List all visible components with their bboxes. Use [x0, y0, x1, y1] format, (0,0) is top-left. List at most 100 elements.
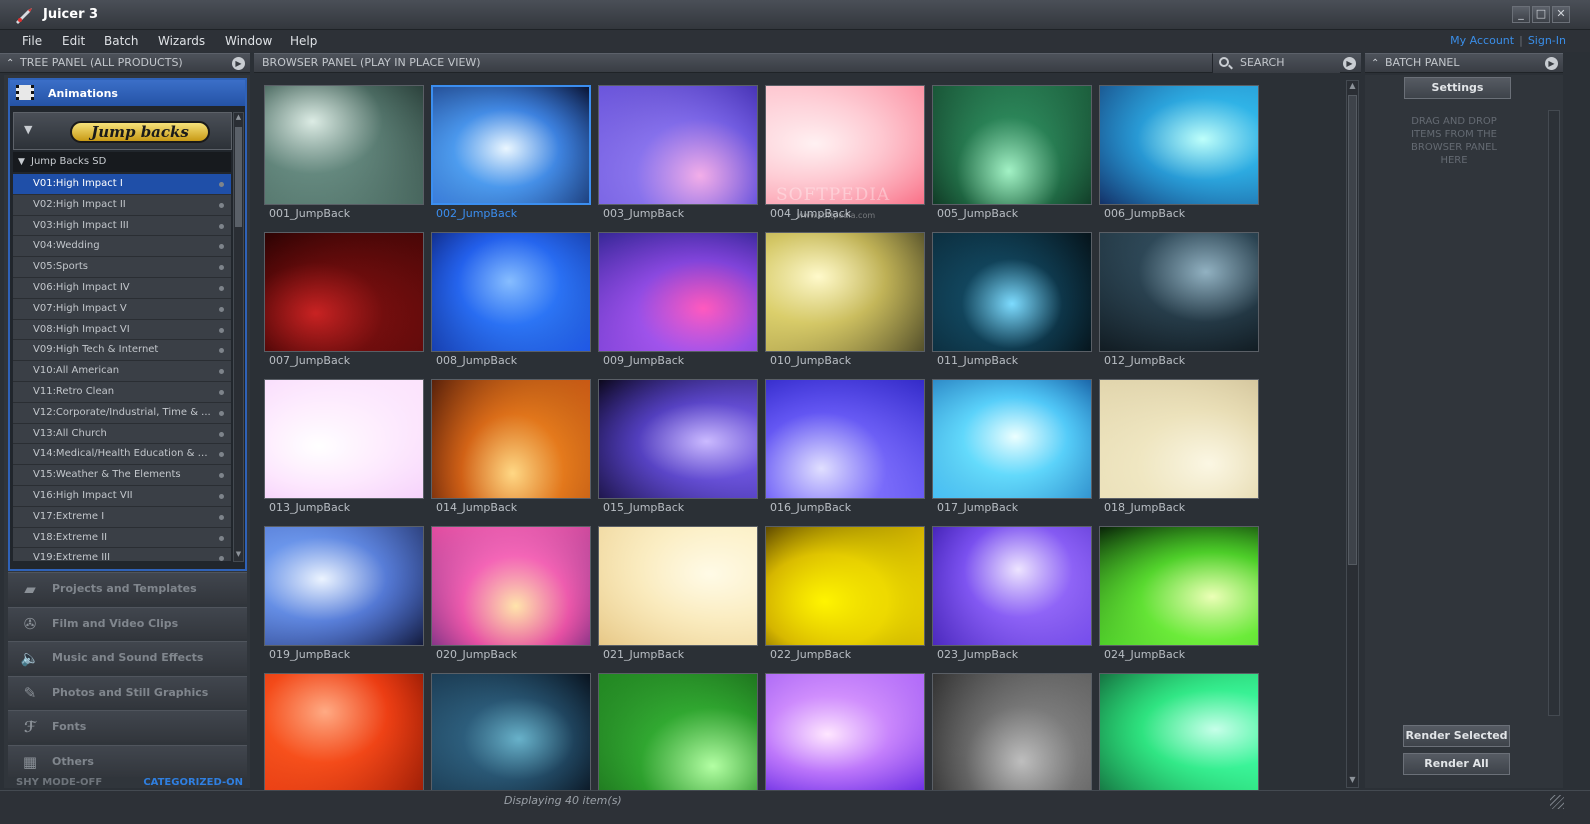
tree-item[interactable]: V17:Extreme I	[13, 506, 231, 528]
thumbnail-item[interactable]: 012_JumpBack	[1099, 232, 1259, 379]
tree-item[interactable]: V14:Medical/Health Education & S...	[13, 444, 231, 466]
close-button[interactable]: ✕	[1552, 6, 1570, 23]
thumbnail-item[interactable]: 003_JumpBack	[598, 85, 758, 232]
thumbnail-image[interactable]	[264, 85, 424, 205]
my-account-link[interactable]: My Account	[1450, 34, 1514, 47]
menu-file[interactable]: File	[22, 34, 42, 48]
thumbnail-image[interactable]	[932, 232, 1092, 352]
resize-grip-icon[interactable]	[1550, 795, 1564, 809]
thumbnail-item[interactable]: 021_JumpBack	[598, 526, 758, 673]
thumbnail-item[interactable]: 024_JumpBack	[1099, 526, 1259, 673]
thumbnail-item[interactable]: 020_JumpBack	[431, 526, 591, 673]
batch-scrollbar[interactable]	[1548, 110, 1560, 716]
scroll-thumb[interactable]	[1348, 95, 1357, 565]
tree-root-node[interactable]: ▼ Jump Backs SD	[13, 152, 231, 172]
thumbnail-image[interactable]	[264, 673, 424, 793]
tree-item[interactable]: V05:Sports	[13, 257, 231, 278]
scroll-thumb[interactable]	[235, 127, 242, 227]
tree-item[interactable]: V06:High Impact IV	[13, 277, 231, 299]
thumbnail-item[interactable]: 002_JumpBack	[431, 85, 591, 232]
thumbnail-item[interactable]: 010_JumpBack	[765, 232, 925, 379]
thumbnail-image[interactable]	[932, 379, 1092, 499]
thumbnail-image[interactable]	[598, 526, 758, 646]
category-others[interactable]: ▦ Others	[8, 745, 247, 777]
category-photos-and-still-graphics[interactable]: ✎ Photos and Still Graphics	[8, 676, 247, 708]
thumbnail-image[interactable]	[765, 673, 925, 793]
thumbnail-item[interactable]: 013_JumpBack	[264, 379, 424, 526]
thumbnail-image[interactable]	[1099, 232, 1259, 352]
menu-help[interactable]: Help	[290, 34, 317, 48]
minimize-button[interactable]: _	[1512, 6, 1530, 23]
thumbnail-item[interactable]: 015_JumpBack	[598, 379, 758, 526]
thumbnail-item[interactable]: 014_JumpBack	[431, 379, 591, 526]
category-film-and-video-clips[interactable]: ✇ Film and Video Clips	[8, 607, 247, 639]
thumbnail-image[interactable]	[765, 232, 925, 352]
menu-window[interactable]: Window	[225, 34, 272, 48]
tree-item[interactable]: V15:Weather & The Elements	[13, 465, 231, 486]
tree-item[interactable]: V09:High Tech & Internet	[13, 340, 231, 362]
tree-item[interactable]: V12:Corporate/Industrial, Time & ...	[13, 402, 231, 424]
thumbnail-image[interactable]	[932, 85, 1092, 205]
tree-item[interactable]: V10:All American	[13, 361, 231, 382]
menu-wizards[interactable]: Wizards	[158, 34, 205, 48]
thumbnail-image[interactable]	[1099, 673, 1259, 793]
thumbnail-item[interactable]: 005_JumpBack	[932, 85, 1092, 232]
scroll-down-icon[interactable]: ▼	[234, 550, 243, 561]
sign-in-link[interactable]: Sign-In	[1528, 34, 1566, 47]
category-projects-and-templates[interactable]: ▰ Projects and Templates	[8, 572, 247, 604]
category-fonts[interactable]: ℱ Fonts	[8, 710, 247, 742]
panel-arrow-icon[interactable]: ▶	[1343, 57, 1356, 70]
thumbnail-image[interactable]	[1099, 526, 1259, 646]
thumbnail-image[interactable]	[431, 379, 591, 499]
thumbnail-item[interactable]: 019_JumpBack	[264, 526, 424, 673]
thumbnail-image[interactable]	[431, 232, 591, 352]
thumbnail-image[interactable]	[932, 673, 1092, 793]
thumbnail-image[interactable]	[264, 379, 424, 499]
scroll-up-icon[interactable]: ▲	[1347, 81, 1358, 93]
thumbnail-item[interactable]: 017_JumpBack	[932, 379, 1092, 526]
menu-batch[interactable]: Batch	[104, 34, 139, 48]
expand-triangle-icon[interactable]: ▼	[18, 152, 25, 172]
tree-panel-header[interactable]: ⌃ TREE PANEL (ALL PRODUCTS) ▶	[0, 53, 250, 73]
thumbnail-image[interactable]	[431, 673, 591, 793]
thumbnail-item[interactable]: 008_JumpBack	[431, 232, 591, 379]
thumbnail-image[interactable]	[1099, 85, 1259, 205]
thumbnail-image[interactable]	[264, 526, 424, 646]
settings-button[interactable]: Settings	[1404, 77, 1511, 99]
thumbnail-image[interactable]	[598, 673, 758, 793]
thumbnail-item[interactable]: 001_JumpBack	[264, 85, 424, 232]
thumbnail-image[interactable]	[598, 85, 758, 205]
panel-arrow-icon[interactable]: ▶	[1545, 57, 1558, 70]
tree-item[interactable]: V07:High Impact V	[13, 298, 231, 320]
thumbnail-image[interactable]	[264, 232, 424, 352]
tree-item[interactable]: V16:High Impact VII	[13, 485, 231, 507]
search-field[interactable]: SEARCH	[1212, 53, 1340, 73]
tree-item[interactable]: V11:Retro Clean	[13, 381, 231, 403]
thumbnail-image[interactable]	[598, 232, 758, 352]
tree-item[interactable]: V18:Extreme II	[13, 527, 231, 549]
render-selected-button[interactable]: Render Selected	[1403, 725, 1510, 747]
thumbnail-item[interactable]: 009_JumpBack	[598, 232, 758, 379]
thumbnail-item[interactable]: 007_JumpBack	[264, 232, 424, 379]
render-all-button[interactable]: Render All	[1403, 753, 1510, 775]
scroll-up-icon[interactable]: ▲	[234, 113, 243, 124]
browser-scrollbar[interactable]: ▲ ▼	[1346, 80, 1359, 788]
menu-edit[interactable]: Edit	[62, 34, 85, 48]
thumbnail-item[interactable]: 011_JumpBack	[932, 232, 1092, 379]
animations-header[interactable]: Animations	[10, 80, 245, 106]
thumbnail-item[interactable]: 006_JumpBack	[1099, 85, 1259, 232]
thumbnail-item[interactable]: 022_JumpBack	[765, 526, 925, 673]
tree-item[interactable]: V01:High Impact I	[13, 174, 231, 195]
tree-item[interactable]: V03:High Impact III	[13, 215, 231, 237]
tree-scrollbar[interactable]: ▲ ▼	[233, 112, 244, 562]
tree-item[interactable]: V04:Wedding	[13, 236, 231, 258]
thumbnail-item[interactable]: 016_JumpBack	[765, 379, 925, 526]
thumbnail-item[interactable]: 023_JumpBack	[932, 526, 1092, 673]
thumbnail-item[interactable]: 004_JumpBack	[765, 85, 925, 232]
maximize-button[interactable]: □	[1532, 6, 1550, 23]
product-banner[interactable]: ▼ Jump backs	[13, 112, 232, 150]
tree-item[interactable]: V08:High Impact VI	[13, 319, 231, 341]
collapse-triangle-icon[interactable]: ▼	[24, 123, 32, 136]
shy-mode-toggle[interactable]: SHY MODE-OFF	[16, 777, 102, 788]
scroll-down-icon[interactable]: ▼	[1347, 775, 1358, 787]
